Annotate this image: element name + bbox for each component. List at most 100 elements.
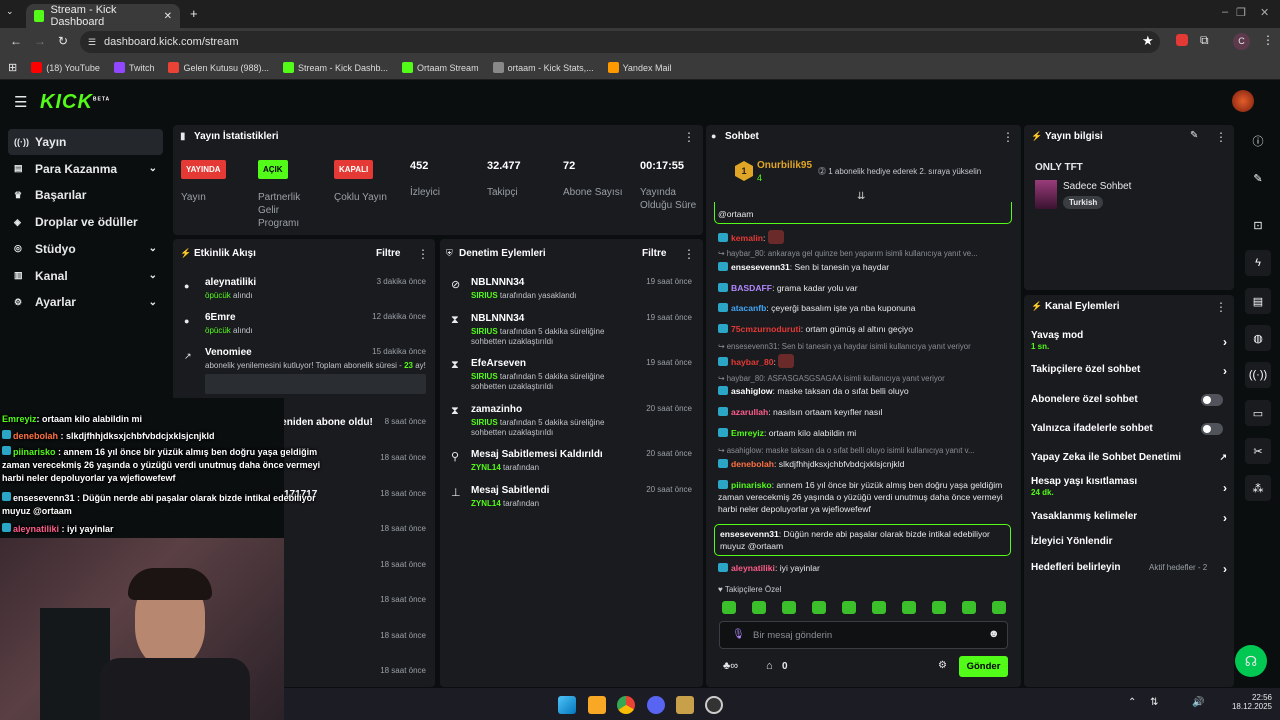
chat-message[interactable]: denebolah: slkdjfhhjdksxjchbfvbdcjxklsjc… <box>718 458 1010 470</box>
chat-username[interactable]: kemalin <box>731 233 763 243</box>
chat-username[interactable]: BASDAFF <box>731 283 772 293</box>
category-thumbnail[interactable] <box>1035 180 1057 209</box>
apps-grid-icon[interactable]: ⊞ <box>8 61 17 74</box>
tab-close-icon[interactable]: ✕ <box>164 11 172 22</box>
channel-action-row[interactable]: Yapay Zeka ile Sohbet Denetimi ↗ <box>1031 452 1231 463</box>
chat-username[interactable]: asahiglow <box>731 386 773 396</box>
moderation-event[interactable]: ⊘ NBLNNN34 SIRIUS tarafından yasaklandı 19 … <box>451 277 692 301</box>
kick-logo[interactable]: KICKBETA <box>40 91 110 114</box>
lightning-icon[interactable]: ϟ <box>1245 250 1271 276</box>
pinned-expand-icon[interactable]: ⇊ <box>857 191 865 202</box>
chat-message[interactable]: ensesevenn31: Sen bi tanesin ya haydar <box>718 261 1010 273</box>
channel-actions-menu-icon[interactable]: ⋮ <box>1215 300 1227 314</box>
chat-settings-gear-icon[interactable]: ⚙ <box>938 660 947 671</box>
chat-icon[interactable]: ◍ <box>1245 325 1271 351</box>
moderation-event[interactable]: ⧗ EfeArseven SIRIUS tarafından 5 dakika sü… <box>451 358 692 392</box>
moderation-event[interactable]: ⚲ Mesaj Sabitlemesi Kaldırıldı ZYNL14 tara… <box>451 449 692 473</box>
chat-username[interactable]: 75cmzurnoduruti <box>731 324 801 334</box>
toggle-switch[interactable] <box>1201 423 1223 435</box>
points-icon[interactable]: ⌂ <box>766 660 773 672</box>
chat-message[interactable]: ensesevenn31: Düğün nerde abi paşalar ol… <box>714 524 1011 556</box>
chat-username[interactable]: aleynatiliki <box>731 563 775 573</box>
browser-menu-icon[interactable]: ⋮ <box>1262 33 1274 47</box>
moderation-event[interactable]: ⊥ Mesaj Sabitlendi ZYNL14 tarafından 20 saa… <box>451 485 692 509</box>
obs-icon[interactable] <box>705 696 723 714</box>
moderation-event[interactable]: ⧗ NBLNNN34 SIRIUS tarafından 5 dakika süre… <box>451 313 692 347</box>
emote-icon[interactable] <box>812 601 826 614</box>
reload-icon[interactable]: ↻ <box>58 34 68 48</box>
gift-sub-icon[interactable]: ♣∞ <box>723 660 738 672</box>
channel-action-row[interactable]: Yavaş mod 1 sn. › <box>1031 330 1231 351</box>
extension-icon[interactable] <box>1176 34 1188 46</box>
bookmark-item[interactable]: Stream - Kick Dashb... <box>283 62 388 73</box>
tray-chevron-icon[interactable]: ⌃ <box>1128 697 1136 708</box>
mic-icon[interactable]: 🎙 <box>732 629 745 640</box>
bookmark-item[interactable]: Twitch <box>113 62 154 73</box>
windows-start-icon[interactable] <box>558 696 576 714</box>
browser-tab[interactable]: Stream - Kick Dashboard ✕ <box>26 4 180 28</box>
moderation-menu-icon[interactable]: ⋮ <box>683 247 695 261</box>
extensions-puzzle-icon[interactable]: ⧉ <box>1200 33 1209 48</box>
chat-username[interactable]: atacanfb <box>731 303 766 313</box>
channel-action-row[interactable]: Yasaklanmış kelimeler › <box>1031 511 1231 525</box>
channel-action-row[interactable]: Abonelere özel sohbet <box>1031 394 1231 406</box>
bookmark-item[interactable]: Gelen Kutusu (988)... <box>168 62 269 73</box>
volume-icon[interactable]: 🔊 <box>1192 697 1204 708</box>
chat-message[interactable]: azarullah: nasılsın ortaam keyıfler nası… <box>718 406 1010 418</box>
chrome-icon[interactable] <box>617 696 635 714</box>
toggle-switch[interactable] <box>1201 394 1223 406</box>
tag-pill[interactable]: Turkish <box>1063 196 1104 209</box>
bookmark-item[interactable]: Ortaam Stream <box>402 62 479 73</box>
broadcast-icon[interactable]: ((·)) <box>1245 362 1271 388</box>
sidebar-item-2[interactable]: ♛ Başarılar <box>8 182 163 208</box>
chat-message[interactable]: Emreyiz: ortaam kilo alabildin mi <box>718 427 1010 439</box>
bookmark-item[interactable]: (18) YouTube <box>31 62 100 73</box>
clock[interactable]: 22:56 18.12.2025 <box>1232 693 1272 711</box>
sidebar-item-5[interactable]: ▥ Kanal ⌄ <box>8 263 163 289</box>
chat-message[interactable]: BASDAFF: grama kadar yolu var <box>718 282 1010 294</box>
activity-menu-icon[interactable]: ⋮ <box>417 247 429 261</box>
chat-message[interactable]: 75cmzurnoduruti: ortam gümüş al altını g… <box>718 323 1010 335</box>
chat-username[interactable]: ensesevenn31 <box>731 262 790 272</box>
edit-pencil-icon[interactable]: ✎ <box>1190 130 1198 141</box>
save-icon[interactable]: ▭ <box>1245 400 1271 426</box>
league-icon[interactable] <box>676 696 694 714</box>
discord-icon[interactable] <box>647 696 665 714</box>
chat-username[interactable]: piinarisko <box>731 480 772 490</box>
emote-icon[interactable] <box>752 601 766 614</box>
send-button[interactable]: Gönder <box>959 656 1008 677</box>
hamburger-menu-icon[interactable]: ☰ <box>14 93 27 111</box>
chat-message[interactable]: kemalin: <box>718 230 1010 244</box>
chat-message[interactable]: haybar_80: <box>718 354 1010 368</box>
reply-context[interactable]: ↪ asahiglow: maske taksan da o sıfat bel… <box>718 446 1010 455</box>
sidebar-item-0[interactable]: ((·)) Yayın <box>8 129 163 155</box>
emote-icon[interactable] <box>932 601 946 614</box>
chat-username[interactable]: ensesevenn31 <box>720 529 779 539</box>
chat-message[interactable]: asahiglow: maske taksan da o sıfat belli… <box>718 385 1010 397</box>
channel-action-row[interactable]: İzleyici Yönlendir <box>1031 536 1231 547</box>
chat-menu-icon[interactable]: ⋮ <box>1002 130 1014 144</box>
reply-context[interactable]: ↪ haybar_80: ankaraya gel quinze ben yap… <box>718 249 1010 258</box>
activity-event[interactable]: ● 6Emre öpücük alındı 12 dakika önce <box>184 312 426 335</box>
chat-message[interactable]: atacanfb: çeyerği basalım işte ya nba ku… <box>718 302 1010 314</box>
sidebar-item-3[interactable]: ◈ Droplar ve ödüller <box>8 209 163 235</box>
channel-action-row[interactable]: Yalnızca ifadelerle sohbet <box>1031 423 1231 435</box>
minimize-icon[interactable]: – <box>1222 6 1228 18</box>
document-icon[interactable]: ▤ <box>1245 288 1271 314</box>
stats-menu-icon[interactable]: ⋮ <box>683 130 695 144</box>
share-icon[interactable]: ⁂ <box>1245 475 1271 501</box>
chat-message[interactable]: piinarisko: annem 16 yıl önce bir yüzük … <box>718 479 1010 515</box>
emote-icon[interactable] <box>872 601 886 614</box>
restore-icon[interactable]: ❐ <box>1236 6 1246 19</box>
activity-event[interactable]: ↗ Venomiee abonelik yenilemesini kutluyor!… <box>184 347 426 394</box>
pencil-icon[interactable]: ✎ <box>1245 165 1271 191</box>
sidebar-item-4[interactable]: ◎ Stüdyo ⌄ <box>8 236 163 262</box>
profile-avatar[interactable]: C <box>1233 33 1250 50</box>
reply-context[interactable]: ↪ ensesevenn31: Sen bi tanesin ya haydar… <box>718 342 1010 351</box>
window-close-icon[interactable]: ✕ <box>1260 6 1269 19</box>
bookmark-star-icon[interactable]: ★ <box>1142 33 1154 49</box>
user-avatar[interactable] <box>1232 90 1254 112</box>
emote-icon[interactable] <box>782 601 796 614</box>
emote-icon[interactable] <box>842 601 856 614</box>
wrench-icon[interactable]: ✂ <box>1245 438 1271 464</box>
